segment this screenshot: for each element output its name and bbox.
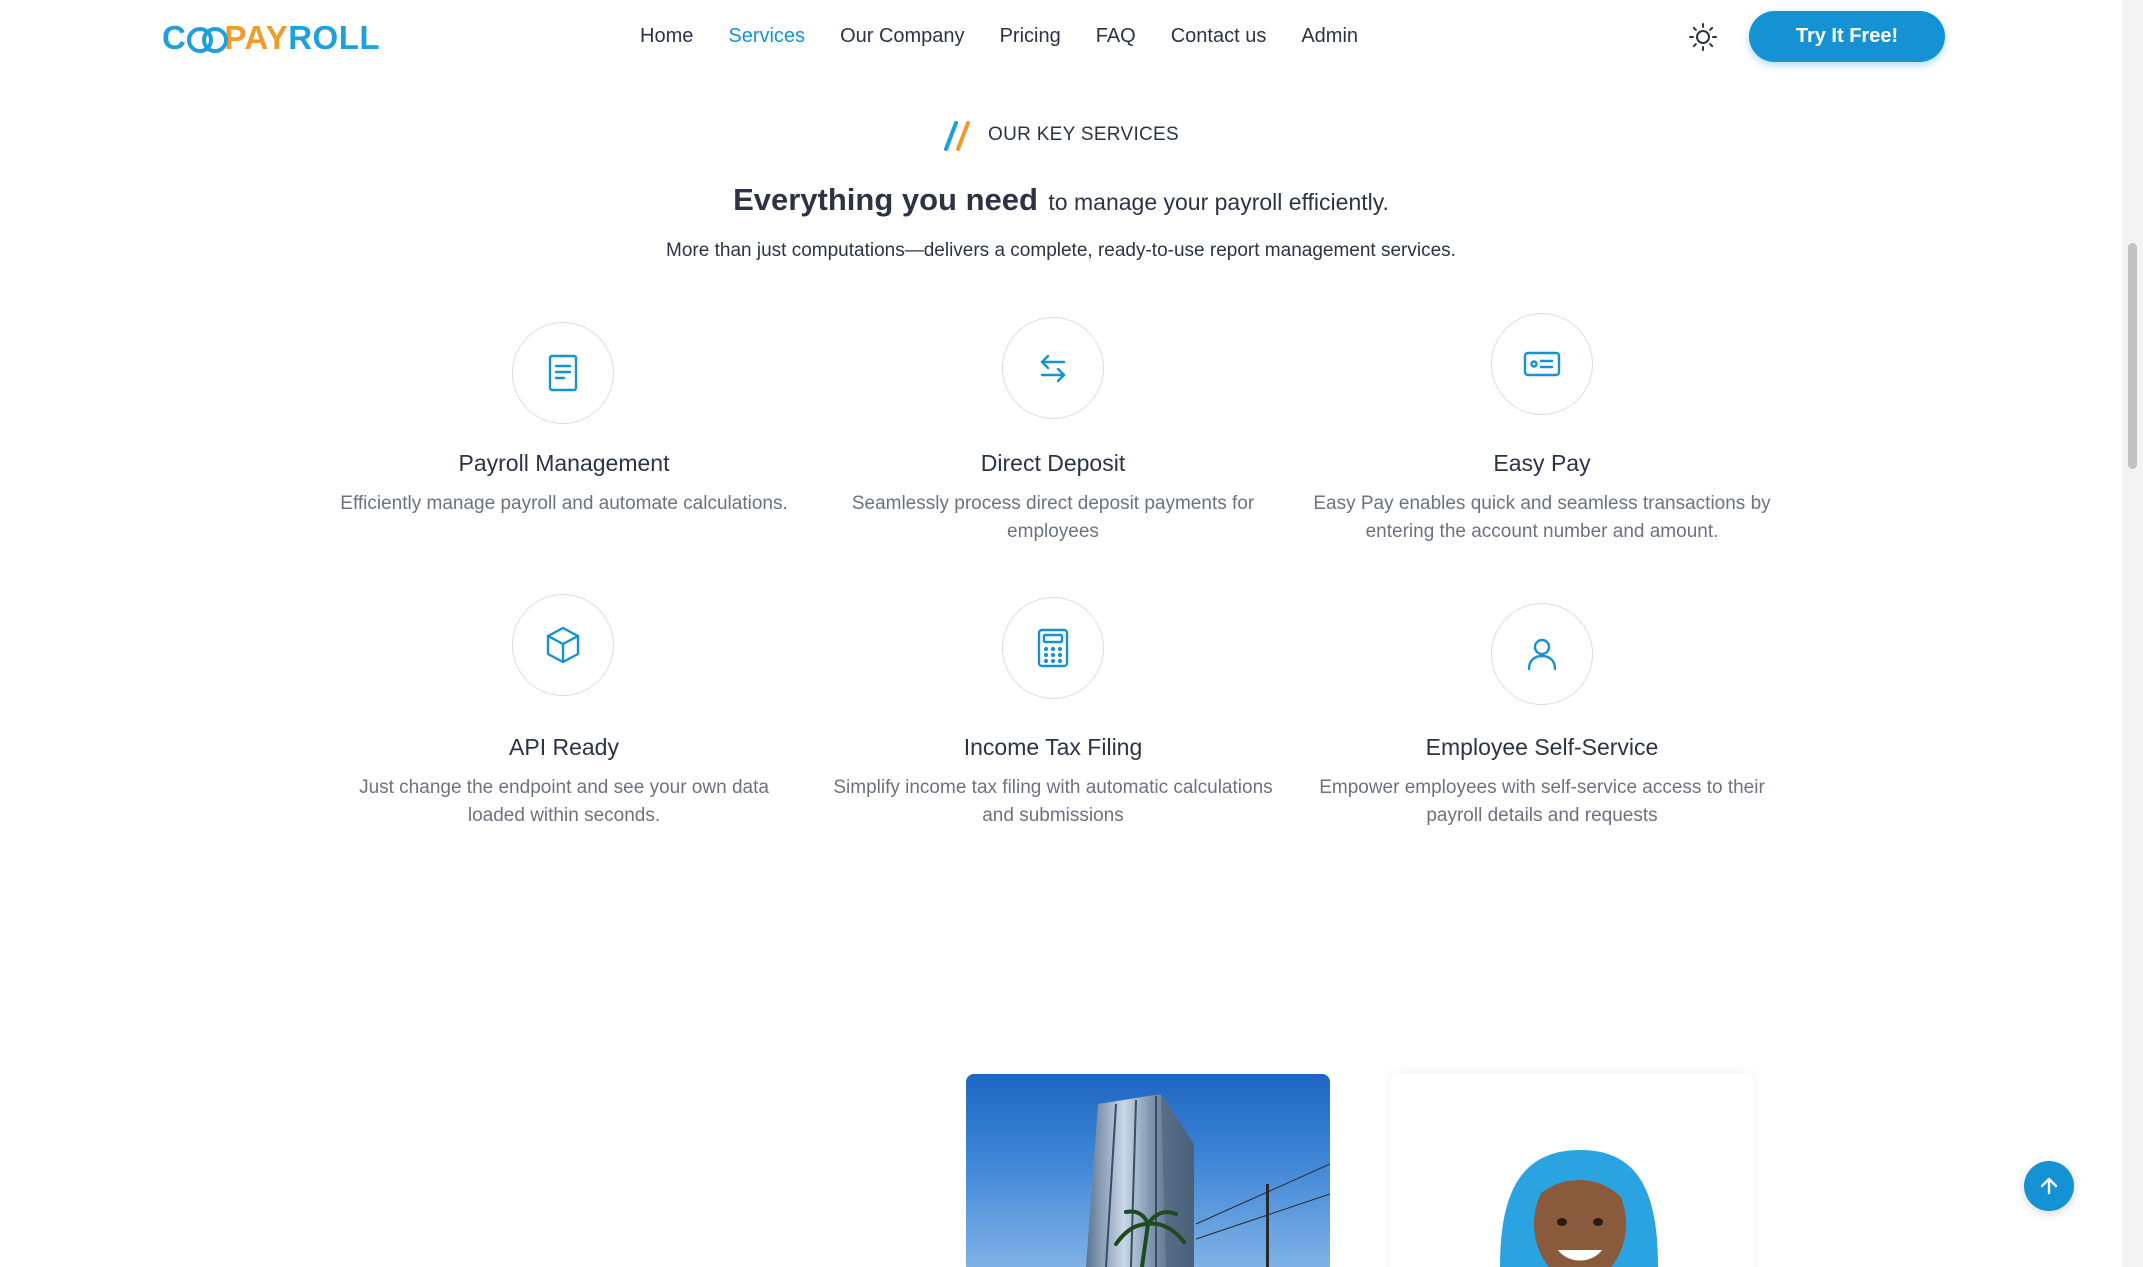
section-headline: Everything you need to manage your payro… (0, 182, 2122, 218)
logo-letter-c: C (162, 19, 187, 56)
eyebrow-text: OUR KEY SERVICES (988, 124, 1179, 145)
logo-roll: ROLL (288, 19, 381, 56)
service-title: Easy Pay (1493, 450, 1591, 476)
site-header: C PAY ROLL Home Services Our Company Pri… (0, 0, 2122, 74)
nav-home[interactable]: Home (640, 22, 693, 50)
service-title: API Ready (509, 734, 619, 760)
cube-icon (512, 594, 614, 696)
double-slash-icon (944, 121, 970, 151)
scrollbar-thumb[interactable] (2128, 243, 2137, 469)
back-to-top-button[interactable] (2024, 1161, 2074, 1211)
person-photo (1500, 1150, 1658, 1267)
nav-contact-us[interactable]: Contact us (1171, 22, 1267, 50)
service-description: Empower employees with self-service acce… (1319, 777, 1765, 826)
nav-our-company[interactable]: Our Company (840, 22, 965, 50)
service-description: Efficiently manage payroll and automate … (340, 493, 788, 514)
page-scrollbar[interactable] (2122, 0, 2143, 1267)
service-description: Seamlessly process direct deposit paymen… (851, 493, 1255, 542)
service-description: Just change the endpoint and see your ow… (359, 777, 769, 826)
section-subline: More than just computations—delivers a c… (666, 240, 1456, 261)
service-employee-self-service: Employee Self-Service Empower employees … (1307, 602, 1777, 832)
service-income-tax-filing: Income Tax Filing Simplify income tax fi… (818, 596, 1288, 832)
headline-strong: Everything you need (733, 182, 1038, 217)
document-icon (512, 322, 614, 424)
service-title: Employee Self-Service (1425, 734, 1659, 760)
nav-faq[interactable]: FAQ (1096, 22, 1136, 50)
service-title: Direct Deposit (980, 450, 1126, 476)
logo-infinity-mark (187, 27, 229, 53)
user-icon (1491, 603, 1593, 705)
nav-pricing[interactable]: Pricing (1000, 22, 1061, 50)
coopayroll-logo[interactable]: C PAY ROLL (162, 19, 381, 56)
service-direct-deposit: Direct Deposit Seamlessly process direct… (818, 316, 1288, 550)
nav-admin[interactable]: Admin (1301, 22, 1358, 50)
service-title: Income Tax Filing (963, 734, 1143, 760)
service-easy-pay: Easy Pay Easy Pay enables quick and seam… (1307, 312, 1777, 550)
transfer-arrows-icon (1002, 317, 1104, 419)
building-photo-card (966, 1074, 1330, 1267)
id-card-icon (1491, 313, 1593, 415)
service-api-ready: API Ready Just change the endpoint and s… (329, 592, 799, 832)
service-description: Easy Pay enables quick and seamless tran… (1313, 493, 1771, 542)
try-it-free-button[interactable]: Try It Free! (1749, 11, 1945, 62)
arrow-up-icon (2040, 1177, 2058, 1195)
section-eyebrow: OUR KEY SERVICES (942, 118, 1179, 152)
service-title: Payroll Management (458, 450, 670, 476)
main-nav: Home Services Our Company Pricing FAQ Co… (640, 22, 1393, 50)
sun-icon[interactable] (1688, 22, 1718, 52)
headline-light: to manage your payroll efficiently. (1048, 189, 1389, 215)
service-description: Simplify income tax filing with automati… (833, 777, 1273, 826)
calculator-icon (1002, 597, 1104, 699)
testimonial-card (1390, 1074, 1754, 1267)
nav-services[interactable]: Services (728, 22, 805, 50)
service-payroll-management: Payroll Management Efficiently manage pa… (329, 320, 799, 550)
logo-pay: PAY (224, 19, 289, 56)
building-image (1086, 1094, 1330, 1267)
